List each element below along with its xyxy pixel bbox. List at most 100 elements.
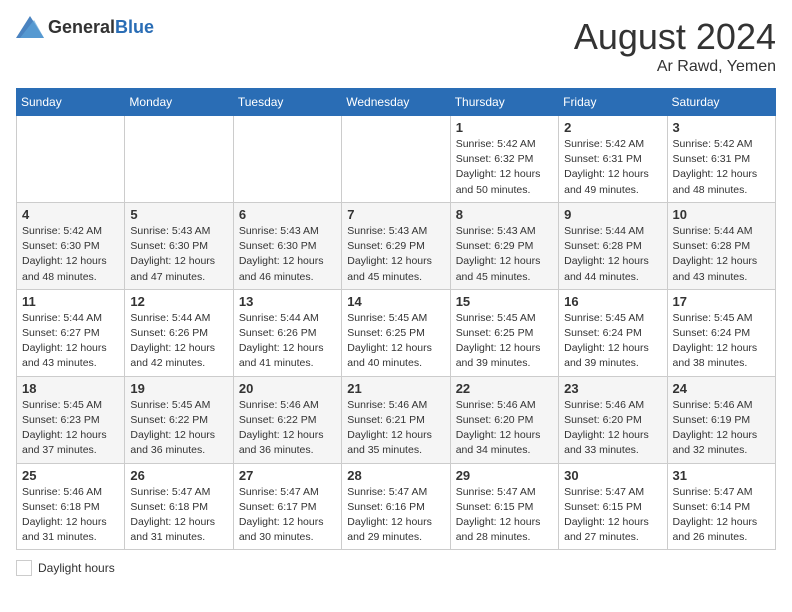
day-number: 26 [130,468,227,483]
day-info: Sunrise: 5:43 AMSunset: 6:29 PMDaylight:… [347,224,444,285]
legend-item-daylight: Daylight hours [16,560,115,576]
day-number: 21 [347,381,444,396]
day-info: Sunrise: 5:45 AMSunset: 6:25 PMDaylight:… [456,311,553,372]
day-info: Sunrise: 5:46 AMSunset: 6:20 PMDaylight:… [456,398,553,459]
day-info: Sunrise: 5:46 AMSunset: 6:19 PMDaylight:… [673,398,770,459]
day-number: 25 [22,468,119,483]
day-info: Sunrise: 5:42 AMSunset: 6:31 PMDaylight:… [564,137,661,198]
calendar-week-3: 11Sunrise: 5:44 AMSunset: 6:27 PMDayligh… [17,289,776,376]
logo-blue: Blue [115,17,154,37]
day-info: Sunrise: 5:44 AMSunset: 6:26 PMDaylight:… [239,311,336,372]
day-number: 31 [673,468,770,483]
day-number: 1 [456,120,553,135]
calendar-cell: 29Sunrise: 5:47 AMSunset: 6:15 PMDayligh… [450,463,558,550]
calendar-week-2: 4 Sunrise: 5:42 AMSunset: 6:30 PMDaylight… [17,202,776,289]
calendar-cell: 5Sunrise: 5:43 AMSunset: 6:30 PMDaylight… [125,202,233,289]
calendar-week-4: 18Sunrise: 5:45 AMSunset: 6:23 PMDayligh… [17,376,776,463]
calendar-cell: 24 Sunrise: 5:46 AMSunset: 6:19 PMDayligh… [667,376,775,463]
page-header: GeneralBlue August 2024 Ar Rawd, Yemen [16,16,776,76]
calendar-cell: 26 Sunrise: 5:47 AMSunset: 6:18 PMDayligh… [125,463,233,550]
day-info: Sunrise: 5:45 AMSunset: 6:24 PMDaylight:… [673,311,770,372]
calendar-cell: 10Sunrise: 5:44 AMSunset: 6:28 PMDayligh… [667,202,775,289]
day-number: 15 [456,294,553,309]
calendar-cell: 17Sunrise: 5:45 AMSunset: 6:24 PMDayligh… [667,289,775,376]
calendar-cell: 8Sunrise: 5:43 AMSunset: 6:29 PMDaylight… [450,202,558,289]
weekday-header-sunday: Sunday [17,89,125,116]
day-number: 18 [22,381,119,396]
day-info: Sunrise: 5:47 AMSunset: 6:15 PMDaylight:… [456,485,553,546]
calendar-cell: 15 Sunrise: 5:45 AMSunset: 6:25 PMDayligh… [450,289,558,376]
weekday-header-tuesday: Tuesday [233,89,341,116]
calendar-cell: 30Sunrise: 5:47 AMSunset: 6:15 PMDayligh… [559,463,667,550]
calendar-cell: 16 Sunrise: 5:45 AMSunset: 6:24 PMDayligh… [559,289,667,376]
day-number: 27 [239,468,336,483]
day-info: Sunrise: 5:44 AMSunset: 6:28 PMDaylight:… [564,224,661,285]
day-info: Sunrise: 5:47 AMSunset: 6:14 PMDaylight:… [673,485,770,546]
day-number: 6 [239,207,336,222]
day-info: Sunrise: 5:46 AMSunset: 6:18 PMDaylight:… [22,485,119,546]
calendar-week-1: 1 Sunrise: 5:42 AMSunset: 6:32 PMDaylight… [17,116,776,203]
logo: GeneralBlue [16,16,154,38]
weekday-header-thursday: Thursday [450,89,558,116]
day-info: Sunrise: 5:45 AMSunset: 6:24 PMDaylight:… [564,311,661,372]
day-number: 12 [130,294,227,309]
day-number: 9 [564,207,661,222]
calendar-cell: 21Sunrise: 5:46 AMSunset: 6:21 PMDayligh… [342,376,450,463]
calendar-cell [17,116,125,203]
day-info: Sunrise: 5:47 AMSunset: 6:16 PMDaylight:… [347,485,444,546]
day-number: 5 [130,207,227,222]
weekday-header-row: SundayMondayTuesdayWednesdayThursdayFrid… [17,89,776,116]
weekday-header-monday: Monday [125,89,233,116]
calendar-cell: 28 Sunrise: 5:47 AMSunset: 6:16 PMDayligh… [342,463,450,550]
day-info: Sunrise: 5:45 AMSunset: 6:25 PMDaylight:… [347,311,444,372]
calendar-cell: 13 Sunrise: 5:44 AMSunset: 6:26 PMDayligh… [233,289,341,376]
day-number: 8 [456,207,553,222]
day-number: 3 [673,120,770,135]
calendar-cell: 27 Sunrise: 5:47 AMSunset: 6:17 PMDayligh… [233,463,341,550]
day-info: Sunrise: 5:46 AMSunset: 6:20 PMDaylight:… [564,398,661,459]
day-number: 28 [347,468,444,483]
day-number: 14 [347,294,444,309]
weekday-header-wednesday: Wednesday [342,89,450,116]
day-info: Sunrise: 5:47 AMSunset: 6:17 PMDaylight:… [239,485,336,546]
day-number: 4 [22,207,119,222]
calendar-cell: 7Sunrise: 5:43 AMSunset: 6:29 PMDaylight… [342,202,450,289]
day-number: 16 [564,294,661,309]
calendar-week-5: 25 Sunrise: 5:46 AMSunset: 6:18 PMDayligh… [17,463,776,550]
day-info: Sunrise: 5:47 AMSunset: 6:18 PMDaylight:… [130,485,227,546]
calendar-cell: 9 Sunrise: 5:44 AMSunset: 6:28 PMDaylight… [559,202,667,289]
day-info: Sunrise: 5:45 AMSunset: 6:22 PMDaylight:… [130,398,227,459]
day-info: Sunrise: 5:44 AMSunset: 6:26 PMDaylight:… [130,311,227,372]
calendar-cell: 1 Sunrise: 5:42 AMSunset: 6:32 PMDaylight… [450,116,558,203]
month-title: August 2024 [574,16,776,58]
weekday-header-friday: Friday [559,89,667,116]
calendar-cell: 23Sunrise: 5:46 AMSunset: 6:20 PMDayligh… [559,376,667,463]
logo-icon [16,16,44,38]
calendar-cell [125,116,233,203]
day-info: Sunrise: 5:42 AMSunset: 6:30 PMDaylight:… [22,224,119,285]
day-number: 22 [456,381,553,396]
title-block: August 2024 Ar Rawd, Yemen [574,16,776,76]
calendar-cell [342,116,450,203]
calendar-cell [233,116,341,203]
calendar-cell: 31 Sunrise: 5:47 AMSunset: 6:14 PMDayligh… [667,463,775,550]
day-number: 24 [673,381,770,396]
day-number: 13 [239,294,336,309]
weekday-header-saturday: Saturday [667,89,775,116]
legend: Daylight hours [16,560,776,576]
calendar-cell: 20Sunrise: 5:46 AMSunset: 6:22 PMDayligh… [233,376,341,463]
calendar-cell: 25 Sunrise: 5:46 AMSunset: 6:18 PMDayligh… [17,463,125,550]
calendar-table: SundayMondayTuesdayWednesdayThursdayFrid… [16,88,776,550]
logo-general: General [48,17,115,37]
calendar-cell: 11Sunrise: 5:44 AMSunset: 6:27 PMDayligh… [17,289,125,376]
calendar-cell: 4 Sunrise: 5:42 AMSunset: 6:30 PMDaylight… [17,202,125,289]
calendar-cell: 6Sunrise: 5:43 AMSunset: 6:30 PMDaylight… [233,202,341,289]
day-info: Sunrise: 5:42 AMSunset: 6:32 PMDaylight:… [456,137,553,198]
calendar-cell: 19 Sunrise: 5:45 AMSunset: 6:22 PMDayligh… [125,376,233,463]
day-number: 20 [239,381,336,396]
day-info: Sunrise: 5:42 AMSunset: 6:31 PMDaylight:… [673,137,770,198]
day-number: 19 [130,381,227,396]
day-info: Sunrise: 5:44 AMSunset: 6:27 PMDaylight:… [22,311,119,372]
legend-box [16,560,32,576]
calendar-cell: 14 Sunrise: 5:45 AMSunset: 6:25 PMDayligh… [342,289,450,376]
